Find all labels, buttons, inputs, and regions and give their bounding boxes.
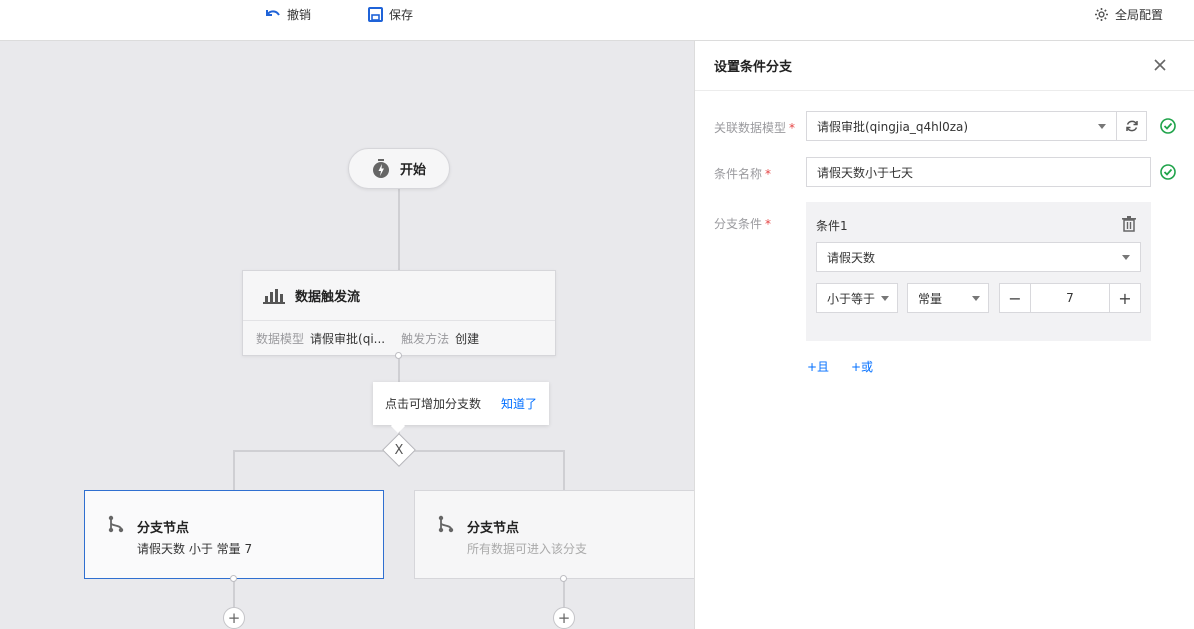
- connector-line: [563, 450, 565, 490]
- trash-icon[interactable]: [1121, 215, 1137, 232]
- condition-name-value: 请假天数小于七天: [817, 165, 914, 180]
- connector-line: [398, 189, 400, 270]
- condition-branch-panel: 设置条件分支 关联数据模型 * 请假审批(qingjia_q4hl0za) 条件名…: [694, 41, 1194, 629]
- hint-tooltip: 点击可增加分支数 知道了: [373, 382, 549, 425]
- connector-line: [233, 579, 235, 607]
- undo-button[interactable]: 撤销: [265, 5, 311, 23]
- stepper-value[interactable]: 7: [1030, 284, 1110, 312]
- branch-icon: [438, 515, 454, 533]
- gear-icon: [1095, 7, 1108, 21]
- branch-title: 分支节点: [137, 521, 190, 536]
- condition-field-select[interactable]: 请假天数: [816, 242, 1141, 272]
- data-model-label: 关联数据模型 *: [714, 121, 796, 135]
- trigger-title: 数据触发流: [295, 290, 361, 305]
- close-icon[interactable]: [1152, 57, 1168, 73]
- chevron-down-icon: [972, 296, 980, 301]
- condition-group-title: 条件1: [816, 219, 848, 233]
- add-and-condition-link[interactable]: +且: [807, 358, 829, 375]
- save-label: 保存: [389, 7, 414, 22]
- branch-condition-label: 分支条件 *: [714, 217, 772, 231]
- decrement-button[interactable]: −: [1000, 284, 1030, 312]
- check-circle-icon: [1160, 118, 1176, 134]
- connector-line: [233, 450, 235, 490]
- branch-icon: [108, 515, 124, 533]
- add-node-button[interactable]: +: [223, 607, 245, 629]
- connector-dot: [230, 575, 237, 582]
- bar-chart-icon: [263, 288, 285, 304]
- connector-dot: [395, 352, 402, 359]
- exclusive-gateway-icon[interactable]: X: [387, 438, 411, 462]
- add-or-condition-link[interactable]: +或: [851, 358, 873, 375]
- value-stepper[interactable]: − 7 +: [999, 283, 1141, 313]
- undo-icon: [266, 10, 280, 16]
- data-model-select[interactable]: 请假审批(qingjia_q4hl0za): [806, 111, 1117, 141]
- stopwatch-icon: [372, 158, 389, 178]
- model-label: 数据模型: [256, 332, 305, 346]
- connector-line: [563, 579, 565, 607]
- branch-node-2[interactable]: 分支节点 所有数据可进入该分支: [414, 490, 694, 579]
- top-toolbar: 撤销 保存 全局配置: [0, 0, 1194, 41]
- method-label: 触发方法: [401, 332, 450, 346]
- save-icon: [368, 6, 383, 22]
- method-value: 创建: [455, 332, 480, 346]
- model-value: 请假审批(qi...: [310, 332, 386, 346]
- value-type-value: 常量: [918, 291, 943, 306]
- got-it-link[interactable]: 知道了: [501, 395, 537, 412]
- data-model-value: 请假审批(qingjia_q4hl0za): [817, 119, 969, 134]
- global-config-label: 全局配置: [1115, 7, 1164, 22]
- trigger-header: 数据触发流: [243, 271, 555, 321]
- panel-title: 设置条件分支: [714, 60, 793, 75]
- branch-subtitle: 所有数据可进入该分支: [467, 542, 588, 556]
- operator-value: 小于等于: [827, 291, 876, 306]
- condition-name-input[interactable]: 请假天数小于七天: [806, 157, 1151, 187]
- start-label: 开始: [399, 163, 426, 178]
- increment-button[interactable]: +: [1110, 284, 1140, 312]
- data-trigger-node[interactable]: 数据触发流 数据模型 请假审批(qi... 触发方法 创建: [242, 270, 556, 356]
- undo-label: 撤销: [287, 7, 312, 22]
- trigger-details: 数据模型 请假审批(qi... 触发方法 创建: [243, 321, 555, 356]
- operator-select[interactable]: 小于等于: [816, 283, 898, 313]
- condition-group: 条件1 请假天数 小于等于 常量 − 7 +: [806, 202, 1151, 341]
- branch-node-1[interactable]: 分支节点 请假天数 小于 常量 7: [84, 490, 384, 579]
- chevron-down-icon: [881, 296, 889, 301]
- condition-name-label: 条件名称 *: [714, 167, 772, 181]
- start-node[interactable]: 开始: [348, 148, 450, 189]
- condition-field-value: 请假天数: [827, 250, 876, 265]
- branch-title: 分支节点: [467, 521, 520, 536]
- chevron-down-icon: [1122, 255, 1130, 260]
- refresh-button[interactable]: [1116, 111, 1147, 141]
- branch-subtitle: 请假天数 小于 常量 7: [137, 542, 253, 556]
- panel-header: 设置条件分支: [695, 41, 1194, 91]
- global-config-button[interactable]: 全局配置: [1094, 5, 1163, 23]
- save-button[interactable]: 保存: [368, 5, 413, 23]
- check-circle-icon: [1160, 164, 1176, 180]
- chevron-down-icon: [1098, 124, 1106, 129]
- flow-canvas[interactable]: 开始 数据触发流 数据模型 请假审批(qi... 触发方法 创建 点击可增加分支…: [0, 41, 694, 629]
- connector-dot: [560, 575, 567, 582]
- refresh-icon: [1125, 120, 1138, 132]
- tooltip-text: 点击可增加分支数: [385, 397, 482, 411]
- value-type-select[interactable]: 常量: [907, 283, 989, 313]
- add-node-button[interactable]: +: [553, 607, 575, 629]
